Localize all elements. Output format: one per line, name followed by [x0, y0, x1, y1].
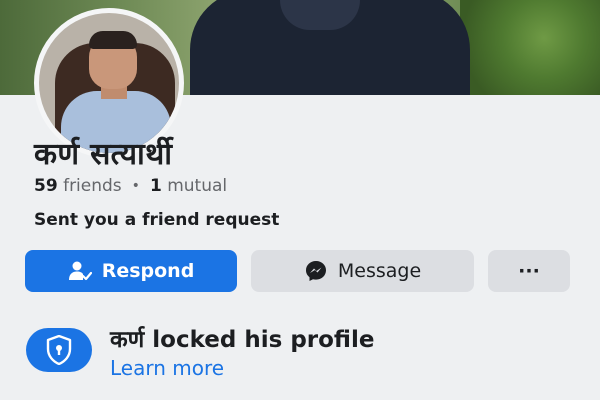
- friends-meta[interactable]: 59 friends • 1 mutual: [34, 176, 227, 196]
- respond-button[interactable]: Respond: [25, 250, 237, 292]
- lock-notice-text: कर्ण locked his profile Learn more: [110, 322, 374, 380]
- respond-label: Respond: [101, 260, 195, 282]
- mutual-group: 1 mutual: [150, 176, 227, 196]
- more-options-button[interactable]: ···: [488, 250, 570, 292]
- separator-dot: •: [131, 178, 140, 194]
- lock-notice-title: कर्ण locked his profile: [110, 327, 375, 353]
- friends-label: friends: [63, 176, 122, 196]
- mutual-count: 1: [149, 176, 162, 196]
- friends-count-group: 59 friends: [34, 176, 122, 196]
- locked-profile-notice: कर्ण locked his profile Learn more: [26, 322, 374, 380]
- mutual-label: mutual: [167, 176, 228, 196]
- messenger-icon: [304, 259, 328, 283]
- cover-foliage: [460, 0, 600, 95]
- friends-count: 59: [34, 176, 58, 196]
- person-check-icon: [68, 260, 92, 282]
- profile-screen: कर्ण सत्यार्थी 59 friends • 1 mutual Sen…: [0, 0, 600, 400]
- more-icon: ···: [518, 260, 540, 282]
- shield-lock-icon: [26, 328, 92, 372]
- learn-more-link[interactable]: Learn more: [110, 356, 374, 380]
- message-label: Message: [337, 260, 422, 282]
- friend-request-status: Sent you a friend request: [34, 210, 280, 230]
- profile-name: कर्ण सत्यार्थी: [34, 137, 173, 172]
- message-button[interactable]: Message: [251, 250, 474, 292]
